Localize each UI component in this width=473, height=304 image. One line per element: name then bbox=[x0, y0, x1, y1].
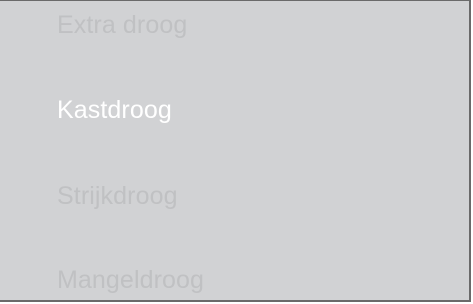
menu-item-extra-droog[interactable]: Extra droog bbox=[57, 10, 187, 40]
menu-item-mangeldroog[interactable]: Mangeldroog bbox=[57, 265, 204, 295]
menu-item-kastdroog-selected[interactable]: Kastdroog bbox=[57, 95, 172, 125]
menu-item-strijkdroog[interactable]: Strijkdroog bbox=[57, 181, 178, 211]
display-screen: Extra droog Kastdroog Strijkdroog Mangel… bbox=[0, 0, 471, 302]
